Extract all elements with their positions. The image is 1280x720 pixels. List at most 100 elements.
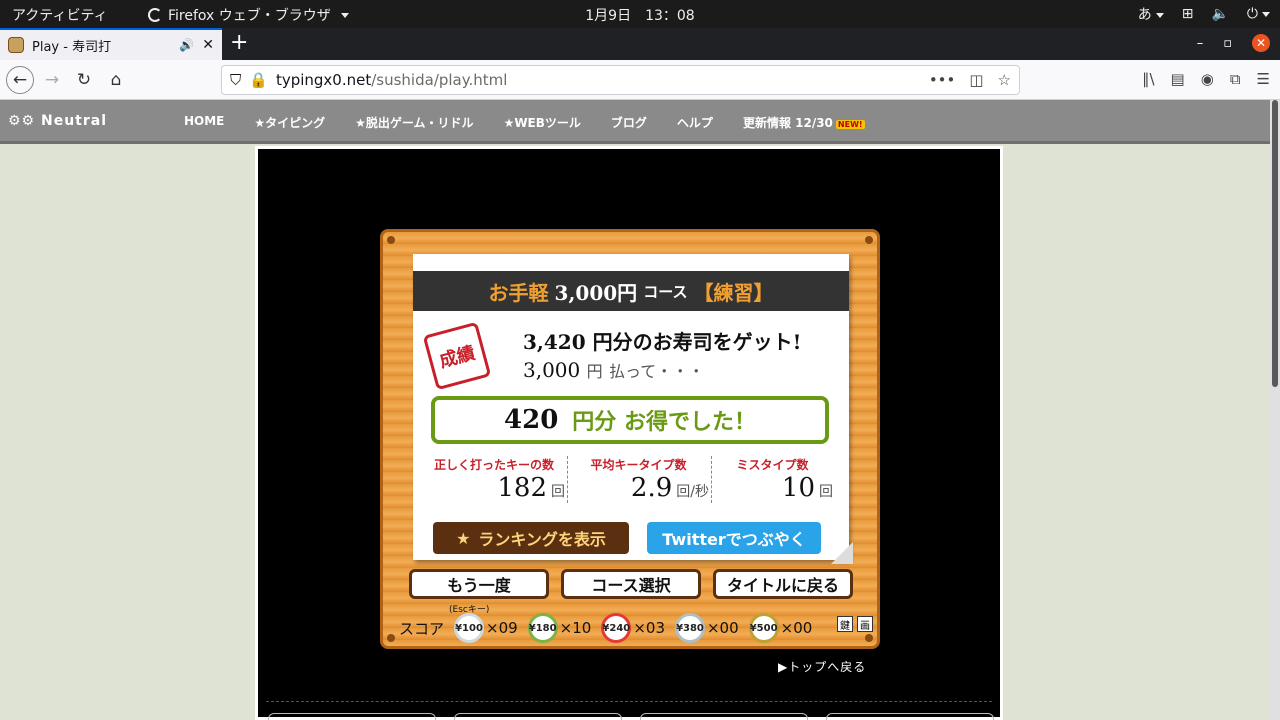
tab-play[interactable]: Play - 寿司打 🔊 ✕	[0, 28, 222, 60]
back-button[interactable]: ←	[6, 66, 34, 94]
stat-unit: 回	[551, 484, 565, 500]
plate-500: ¥500 ×00	[748, 613, 812, 643]
menu-web-tools[interactable]: ★WEBツール	[504, 114, 581, 131]
chevron-down-icon	[1262, 11, 1270, 17]
stat-value: 182	[497, 473, 547, 503]
volume-icon[interactable]: 🔈	[1211, 6, 1228, 22]
course-select-button[interactable]: コース選択	[561, 569, 701, 599]
url-path: /sushida/play.html	[371, 71, 508, 89]
gain-text: 円分 お得でした！	[572, 409, 756, 435]
clock[interactable]: 1月9日 13：08	[585, 8, 694, 24]
bottom-panel	[454, 713, 622, 720]
library-icon[interactable]: ∥\	[1142, 70, 1155, 88]
site-menu: HOME ★タイピング ★脱出ゲーム・リドル ★WEBツール ブログ ヘルプ 更…	[184, 114, 865, 131]
ranking-button-label: ランキングを表示	[478, 530, 606, 549]
plate-icon: ¥380	[674, 613, 705, 643]
nail-icon	[865, 236, 873, 244]
paper-fold	[831, 542, 853, 564]
reload-button[interactable]: ↻	[70, 66, 98, 94]
page-actions-button[interactable]: •••	[929, 71, 956, 89]
course-mode: 【練習】	[693, 280, 774, 305]
page-scrollbar[interactable]	[1270, 100, 1280, 720]
app-menu[interactable]: Firefox ウェブ・ブラウザ	[148, 5, 349, 25]
bookmark-star-icon[interactable]: ☆	[998, 71, 1011, 89]
menu-home[interactable]: HOME	[184, 114, 224, 131]
gain-box: 420 円分 お得でした！	[431, 396, 829, 444]
twitter-button[interactable]: Twitterでつぶやく	[647, 522, 821, 554]
bottom-panel	[640, 713, 808, 720]
star-icon: ★	[456, 528, 471, 548]
url-text[interactable]: typingx0.net/sushida/play.html	[276, 71, 921, 89]
plate-count: ×03	[633, 619, 665, 637]
bottom-panels	[268, 713, 994, 720]
key-sound-icon[interactable]: 鍵	[837, 616, 853, 632]
site-nav: ⚙⚙ Neutral HOME ★タイピング ★脱出ゲーム・リドル ★WEBツー…	[0, 100, 1270, 144]
pocket-icon[interactable]: ◫	[969, 71, 983, 89]
course-suffix: コース	[643, 282, 688, 301]
plate-count: ×00	[706, 619, 739, 637]
stat-value: 10	[781, 473, 815, 503]
shield-icon[interactable]: ⛉	[230, 71, 241, 89]
result-stamp-icon: 成績	[422, 321, 492, 391]
sidebar-icon[interactable]: ▤	[1171, 70, 1185, 88]
back-to-title-button[interactable]: タイトルに戻る	[713, 569, 853, 599]
activities-button[interactable]: アクティビティ	[12, 5, 108, 25]
chevron-down-icon	[340, 12, 349, 18]
stat-correct-keys: 正しく打ったキーの数 182 回	[423, 456, 565, 503]
screen-icon[interactable]: 画	[857, 616, 873, 632]
menu-icon[interactable]: ☰	[1257, 70, 1270, 88]
stat-keys-per-second: 平均キータイプ数 2.9 回/秒	[567, 456, 709, 503]
stat-label: 正しく打ったキーの数	[433, 458, 554, 472]
new-tab-button[interactable]: +	[230, 30, 248, 55]
menu-help[interactable]: ヘルプ	[677, 114, 713, 131]
navigation-bar: ← → ↻ ⌂ ⛉ 🔒 typingx0.net/sushida/play.ht…	[0, 60, 1280, 100]
plate-icon: ¥500	[748, 613, 779, 643]
extensions-icon[interactable]: ⧉	[1230, 70, 1241, 88]
url-bar[interactable]: ⛉ 🔒 typingx0.net/sushida/play.html ••• ◫…	[221, 65, 1020, 95]
game-canvas[interactable]: お手軽 3,000円 コース 【練習】 成績 3,420 円分のお寿司をゲット!…	[255, 146, 1003, 720]
power-icon[interactable]: ⏻	[1247, 6, 1270, 22]
score-label: スコア	[399, 619, 445, 638]
got-amount: 3,420 円分のお寿司をゲット!	[523, 330, 802, 354]
system-top-bar: アクティビティ Firefox ウェブ・ブラウザ 1月9日 13：08 あ ⊞ …	[0, 0, 1280, 28]
account-icon[interactable]: ◉	[1201, 70, 1214, 88]
bottom-panel	[826, 713, 994, 720]
ime-indicator[interactable]: あ	[1138, 4, 1164, 24]
result-board: お手軽 3,000円 コース 【練習】 成績 3,420 円分のお寿司をゲット!…	[380, 229, 880, 649]
plate-100: ¥100 ×09	[454, 613, 518, 643]
tab-title: Play - 寿司打	[32, 39, 112, 55]
menu-typing[interactable]: ★タイピング	[254, 114, 325, 131]
lock-icon[interactable]: 🔒	[249, 71, 268, 89]
window-controls: – ▫ ✕	[1197, 34, 1270, 52]
forward-button[interactable]: →	[38, 66, 66, 94]
paid-unit: 円	[586, 362, 603, 381]
plate-icon: ¥240	[601, 613, 632, 643]
new-badge: NEW!	[835, 120, 865, 129]
plate-240: ¥240 ×03	[601, 613, 665, 643]
menu-blog[interactable]: ブログ	[611, 114, 647, 131]
speaker-icon[interactable]: 🔊	[179, 38, 194, 52]
course-prefix: お手軽	[488, 280, 549, 305]
menu-updates[interactable]: 更新情報 12/30 NEW!	[743, 114, 865, 131]
course-amount: 3,000円	[554, 280, 638, 305]
plate-icon: ¥180	[527, 613, 558, 643]
home-button[interactable]: ⌂	[102, 66, 130, 94]
tab-close-icon[interactable]: ✕	[202, 37, 214, 53]
close-window-button[interactable]: ✕	[1252, 34, 1270, 52]
network-icon[interactable]: ⊞	[1182, 6, 1194, 22]
nail-icon	[387, 236, 395, 244]
stat-unit: 回	[819, 484, 833, 500]
site-logo[interactable]: ⚙⚙ Neutral	[8, 113, 107, 129]
back-to-top-link[interactable]: ▶トップへ戻る	[778, 658, 866, 675]
retry-button[interactable]: もう一度	[409, 569, 549, 599]
minimize-button[interactable]: –	[1197, 36, 1204, 51]
url-host: typingx0.net	[275, 71, 372, 89]
menu-escape-game[interactable]: ★脱出ゲーム・リドル	[355, 114, 473, 131]
paid-tail: 払って・・・	[609, 362, 705, 381]
ranking-button[interactable]: ★ ランキングを表示	[433, 522, 629, 554]
plate-380: ¥380 ×00	[674, 613, 739, 643]
scrollbar-thumb[interactable]	[1272, 100, 1278, 387]
maximize-button[interactable]: ▫	[1223, 36, 1232, 51]
system-tray[interactable]: あ ⊞ 🔈 ⏻	[1138, 4, 1270, 24]
stat-value: 2.9	[630, 473, 673, 503]
